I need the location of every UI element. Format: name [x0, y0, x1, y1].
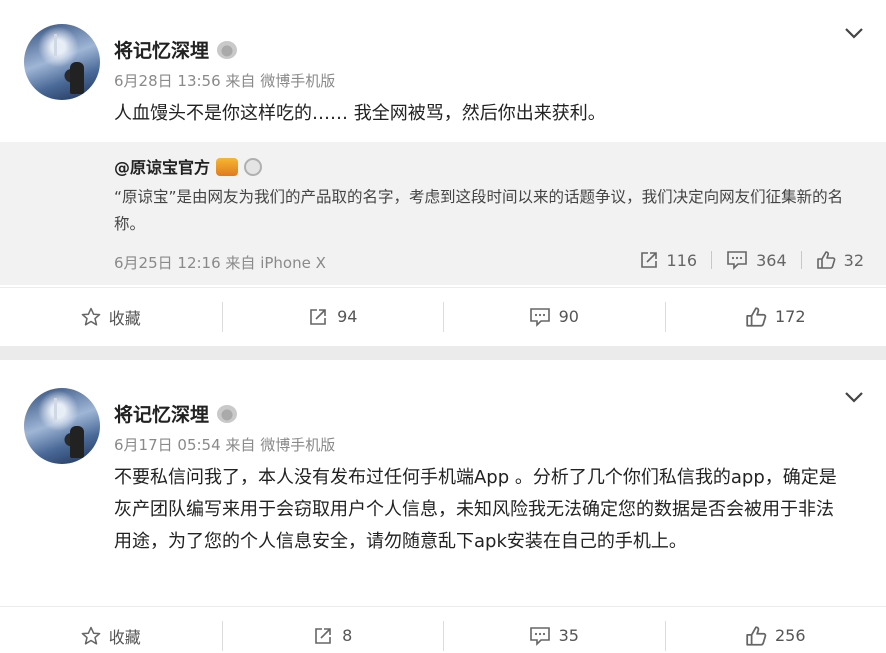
- quoted-like-count: 32: [843, 250, 864, 270]
- quoted-author[interactable]: @原谅宝官方: [114, 154, 263, 178]
- medal-icon: [244, 158, 263, 176]
- user-level-badge-icon: [217, 405, 238, 423]
- like-count: 256: [774, 626, 806, 645]
- quoted-date[interactable]: 6月25日 12:16: [114, 254, 221, 272]
- post-action-bar: 收藏 8 35 256: [0, 606, 886, 653]
- comment-count: 90: [558, 307, 579, 326]
- user-level-badge-icon: [217, 41, 238, 59]
- comment-count: 35: [558, 626, 579, 645]
- quoted-meta: 6月25日 12:16 来自 iPhone X: [114, 252, 326, 273]
- post-meta: 6月17日 05:54 来自 微博手机版: [114, 434, 335, 455]
- comment-bubble-icon: [529, 307, 550, 327]
- post-text: 不要私信问我了，本人没有发布过任何手机端App 。分析了几个你们私信我的app，…: [114, 467, 837, 552]
- quoted-repost-button[interactable]: 116: [639, 250, 698, 270]
- weibo-post: 将记忆深埋 6月17日 05:54 来自 微博手机版 不要私信问我了，本人没有发…: [0, 360, 886, 653]
- thumbs-up-icon: [746, 625, 767, 646]
- chevron-down-icon[interactable]: [844, 390, 864, 404]
- repost-button[interactable]: 94: [221, 288, 444, 345]
- post-meta: 6月28日 13:56 来自 微博手机版: [114, 70, 335, 91]
- share-arrow-icon: [640, 252, 657, 268]
- repost-count: 8: [342, 626, 353, 645]
- author-name[interactable]: 将记忆深埋: [114, 400, 238, 427]
- quoted-text: “原谅宝”是由网友为我们的产品取的名字，考虑到这段时间以来的话题争议，我们决定向…: [114, 188, 844, 233]
- quoted-comment-count: 364: [756, 250, 787, 270]
- weibo-post: 将记忆深埋 6月28日 13:56 来自 微博手机版 人血馒头不是你这样吃的………: [0, 0, 886, 346]
- share-arrow-icon: [310, 308, 326, 325]
- avatar[interactable]: [24, 24, 100, 100]
- divider: [800, 251, 802, 269]
- author-name[interactable]: 将记忆深埋: [114, 36, 238, 63]
- vip-crown-icon: [216, 158, 239, 176]
- quoted-source: 来自 iPhone X: [225, 254, 326, 272]
- post-source: 来自 微博手机版: [225, 436, 336, 454]
- thumbs-up-icon: [816, 251, 836, 269]
- post-action-bar: 收藏 94 90 172: [0, 287, 886, 345]
- comment-bubble-icon: [529, 626, 550, 646]
- quoted-comment-button[interactable]: 364: [726, 250, 787, 270]
- star-icon: [81, 307, 101, 326]
- like-button[interactable]: 172: [664, 288, 886, 345]
- post-date[interactable]: 6月17日 05:54: [114, 436, 221, 454]
- post-date[interactable]: 6月28日 13:56: [114, 72, 221, 90]
- post-text: 人血馒头不是你这样吃的…… 我全网被骂，然后你出来获利。: [114, 103, 606, 124]
- comment-button[interactable]: 35: [443, 607, 665, 653]
- comment-bubble-icon: [727, 251, 747, 270]
- comment-button[interactable]: 90: [443, 288, 665, 345]
- post-source: 来自 微博手机版: [225, 72, 336, 90]
- thumbs-up-icon: [746, 306, 767, 327]
- chevron-down-icon[interactable]: [844, 26, 864, 40]
- star-icon: [81, 626, 101, 645]
- avatar[interactable]: [24, 388, 100, 464]
- quoted-stats: 116 364 32: [639, 250, 864, 270]
- like-count: 172: [774, 307, 806, 326]
- post-separator: [0, 346, 886, 360]
- like-button[interactable]: 256: [664, 607, 886, 653]
- repost-count: 94: [337, 307, 358, 326]
- quoted-like-button[interactable]: 32: [816, 250, 864, 270]
- divider: [711, 251, 713, 269]
- favorite-button[interactable]: 收藏: [0, 607, 222, 653]
- share-arrow-icon: [315, 627, 331, 644]
- favorite-button[interactable]: 收藏: [0, 288, 222, 345]
- quoted-repost-count: 116: [666, 250, 698, 270]
- quoted-post[interactable]: @原谅宝官方 “原谅宝”是由网友为我们的产品取的名字，考虑到这段时间以来的话题争…: [0, 142, 886, 285]
- repost-button[interactable]: 8: [221, 607, 444, 653]
